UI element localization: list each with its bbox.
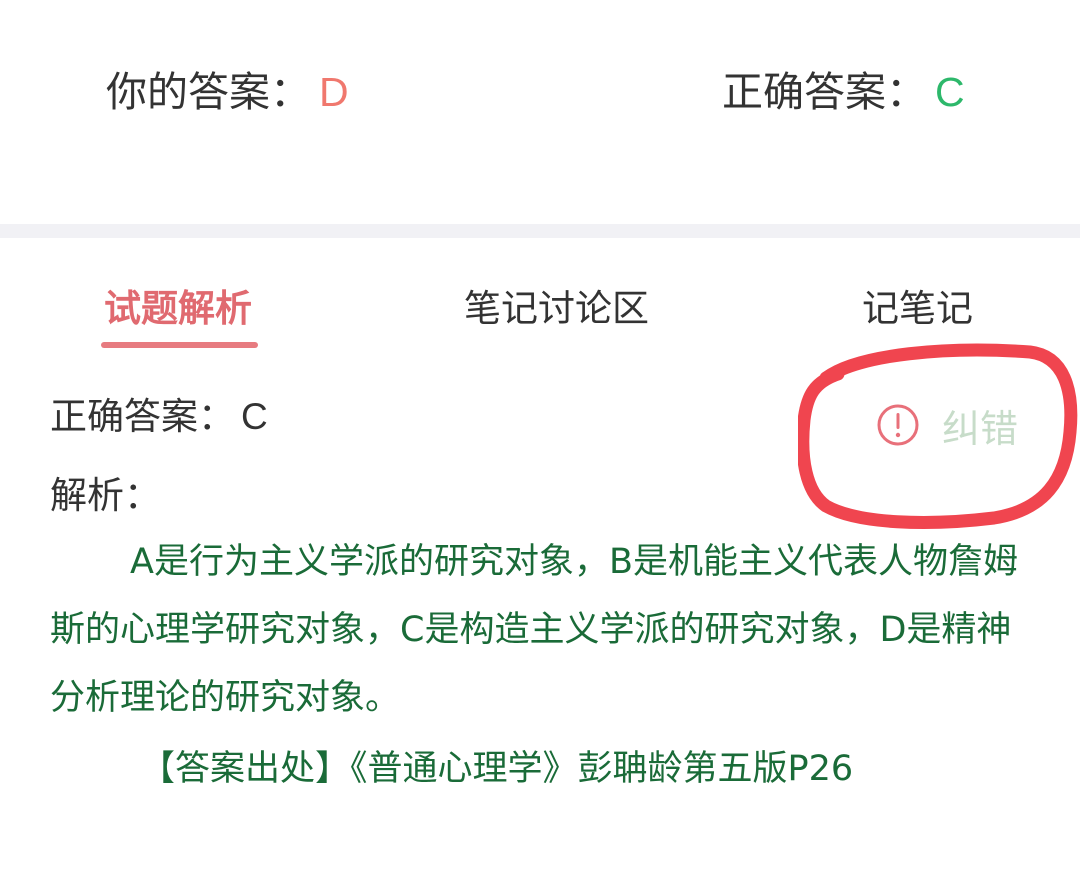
your-answer: 你的答案： D <box>106 58 349 118</box>
correct-answer: 正确答案： C <box>722 58 965 118</box>
tab-take-notes[interactable]: 记笔记 <box>862 278 973 332</box>
correct-answer-value: C <box>935 69 965 115</box>
tab-bar: 试题解析 笔记讨论区 记笔记 <box>0 270 1080 350</box>
alert-circle-icon <box>876 403 920 447</box>
analysis-correct-answer: 正确答案： C <box>50 386 268 440</box>
answer-summary: 你的答案： D 正确答案： C <box>0 50 1080 130</box>
analysis-correct-value: C <box>241 396 268 437</box>
answer-source: 【答案出处】《普通心理学》彭聃龄第五版P26 <box>140 749 854 789</box>
your-answer-label: 你的答案： <box>106 68 311 116</box>
tab-question-analysis[interactable]: 试题解析 <box>104 278 252 332</box>
section-divider <box>0 224 1080 238</box>
tab-notes-discussion[interactable]: 笔记讨论区 <box>464 278 649 332</box>
correct-answer-label: 正确答案： <box>722 68 927 116</box>
analysis-correct-label: 正确答案： <box>50 395 235 438</box>
error-report-button[interactable]: 纠错 <box>876 400 1019 451</box>
error-report-label: 纠错 <box>942 406 1019 451</box>
analysis-text: A是行为主义学派的研究对象，B是机能主义代表人物詹姆斯的心理学研究对象，C是构造… <box>50 542 1018 718</box>
your-answer-value: D <box>319 69 349 115</box>
active-tab-indicator <box>101 342 258 348</box>
analysis-label: 解析： <box>50 474 161 517</box>
